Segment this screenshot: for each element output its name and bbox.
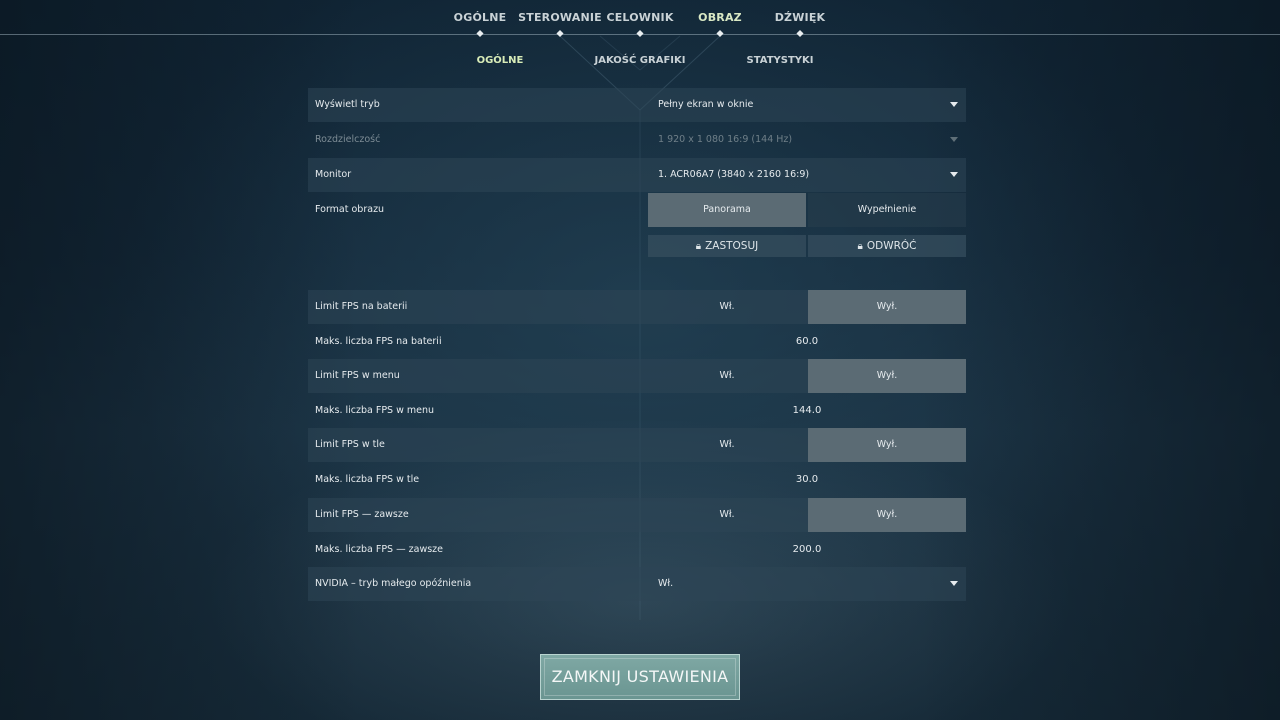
setting-display-mode: Wyświetl tryb Pełny ekran w oknie (308, 88, 966, 122)
fps-always-max-value[interactable]: 200.0 (648, 533, 966, 567)
fps-menu-max-value[interactable]: 144.0 (648, 394, 966, 428)
setting-label: Maks. liczba FPS w menu (315, 405, 435, 416)
chevron-down-icon (950, 581, 958, 586)
nvidia-low-latency-dropdown[interactable]: Wł. (648, 567, 966, 601)
setting-nvidia-low-latency: NVIDIA – tryb małego opóźnienia Wł. (308, 567, 966, 601)
resolution-dropdown: 1 920 x 1 080 16:9 (144 Hz) (648, 123, 966, 157)
setting-fps-background-max: Maks. liczba FPS w tle 30.0 (308, 463, 966, 497)
setting-monitor: Monitor 1. ACR06A7 (3840 x 2160 16:9) (308, 158, 966, 192)
apply-revert-row: 🔒︎ ZASTOSUJ 🔒︎ ODWRÓĆ (308, 235, 966, 257)
fps-always-off-option[interactable]: Wył. (808, 498, 966, 532)
subtab-graphics-quality[interactable]: JAKOŚĆ GRAFIKI (595, 55, 686, 66)
setting-aspect-ratio: Format obrazu Panorama Wypełnienie (308, 193, 966, 227)
setting-label: NVIDIA – tryb małego opóźnienia (315, 578, 472, 589)
setting-label: Maks. liczba FPS na baterii (315, 336, 442, 347)
revert-button[interactable]: 🔒︎ ODWRÓĆ (808, 235, 966, 257)
setting-fps-background: Limit FPS w tle Wł. Wył. (308, 428, 966, 462)
fps-background-on-option[interactable]: Wł. (648, 428, 806, 462)
close-settings-button[interactable]: ZAMKNIJ USTAWIENIA (540, 654, 740, 700)
fps-battery-on-option[interactable]: Wł. (648, 290, 806, 324)
tab-crosshair-marker (636, 29, 644, 38)
fps-menu-off-option[interactable]: Wył. (808, 359, 966, 393)
setting-resolution: Rozdzielczość 1 920 x 1 080 16:9 (144 Hz… (308, 123, 966, 157)
lock-icon: 🔒︎ (857, 241, 863, 252)
close-settings-label: ZAMKNIJ USTAWIENIA (551, 667, 729, 686)
top-navigation: OGÓLNE STEROWANIE CELOWNIK OBRAZ DŹWIĘK (0, 0, 1280, 40)
setting-fps-battery: Limit FPS na baterii Wł. Wył. (308, 290, 966, 324)
fps-always-on-option[interactable]: Wł. (648, 498, 806, 532)
fps-battery-off-option[interactable]: Wył. (808, 290, 966, 324)
setting-fps-always-max: Maks. liczba FPS — zawsze 200.0 (308, 533, 966, 567)
chevron-down-icon (950, 172, 958, 177)
display-mode-dropdown[interactable]: Pełny ekran w oknie (648, 88, 966, 122)
setting-label: Limit FPS — zawsze (315, 509, 409, 520)
tab-general[interactable]: OGÓLNE (454, 11, 507, 31)
chevron-down-icon (950, 137, 958, 142)
subtab-stats[interactable]: STATYSTYKI (746, 55, 813, 66)
monitor-dropdown[interactable]: 1. ACR06A7 (3840 x 2160 16:9) (648, 158, 966, 192)
apply-button-label: ZASTOSUJ (705, 240, 759, 252)
chevron-down-icon (950, 102, 958, 107)
fps-menu-on-option[interactable]: Wł. (648, 359, 806, 393)
lock-icon: 🔒︎ (695, 241, 702, 252)
tab-video-marker (716, 29, 724, 38)
setting-fps-menu-max: Maks. liczba FPS w menu 144.0 (308, 394, 966, 428)
background-shade-left (0, 0, 360, 720)
setting-label: Limit FPS na baterii (315, 301, 408, 312)
apply-button[interactable]: 🔒︎ ZASTOSUJ (648, 235, 806, 257)
setting-fps-battery-max: Maks. liczba FPS na baterii 60.0 (308, 325, 966, 359)
tab-general-marker (476, 29, 484, 38)
aspect-ratio-fill-option[interactable]: Wypełnienie (808, 193, 966, 227)
tab-audio[interactable]: DŹWIĘK (775, 11, 826, 31)
setting-label: Wyświetl tryb (315, 99, 380, 110)
tab-audio-marker (796, 29, 804, 38)
setting-fps-always: Limit FPS — zawsze Wł. Wył. (308, 498, 966, 532)
fps-background-off-option[interactable]: Wył. (808, 428, 966, 462)
dropdown-value: Pełny ekran w oknie (658, 99, 754, 110)
setting-label: Format obrazu (315, 204, 385, 215)
fps-battery-max-value[interactable]: 60.0 (648, 325, 966, 359)
setting-label: Maks. liczba FPS — zawsze (315, 544, 443, 555)
dropdown-value: 1 920 x 1 080 16:9 (144 Hz) (658, 134, 793, 145)
setting-label: Limit FPS w menu (315, 370, 400, 381)
setting-label: Rozdzielczość (315, 134, 381, 145)
background-shade-right (920, 0, 1280, 720)
subtab-general[interactable]: OGÓLNE (477, 55, 524, 66)
setting-label: Limit FPS w tle (315, 439, 385, 450)
tab-video[interactable]: OBRAZ (698, 11, 742, 31)
dropdown-value: 1. ACR06A7 (3840 x 2160 16:9) (658, 169, 810, 180)
setting-label: Monitor (315, 169, 352, 180)
setting-fps-menu: Limit FPS w menu Wł. Wył. (308, 359, 966, 393)
setting-label: Maks. liczba FPS w tle (315, 474, 420, 485)
tab-controls[interactable]: STEROWANIE (518, 11, 602, 31)
tab-crosshair[interactable]: CELOWNIK (606, 11, 673, 31)
aspect-ratio-letterbox-option[interactable]: Panorama (648, 193, 806, 227)
revert-button-label: ODWRÓĆ (866, 240, 917, 252)
tab-controls-marker (556, 29, 564, 38)
dropdown-value: Wł. (658, 578, 674, 589)
fps-background-max-value[interactable]: 30.0 (648, 463, 966, 497)
